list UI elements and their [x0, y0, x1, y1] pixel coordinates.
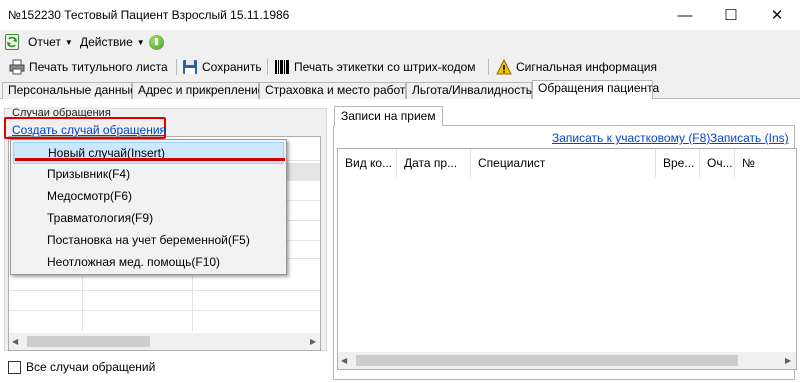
save-label: Сохранить — [202, 60, 262, 74]
menu-item-conscript[interactable]: Призывник(F4) — [11, 163, 286, 185]
menu-report-label: Отчет — [28, 35, 61, 49]
tab-benefits[interactable]: Льгота/Инвалидность — [406, 82, 532, 99]
create-case-link[interactable]: Создать случай обращения — [12, 123, 166, 137]
book-district-doctor-link[interactable]: Записать к участковому (F8) — [552, 131, 710, 145]
toolbar-separator — [488, 59, 489, 75]
toolbar-separator — [267, 59, 268, 75]
tab-appointments[interactable]: Записи на прием — [334, 106, 443, 126]
grid-line — [9, 310, 320, 311]
menu-item-pregnancy[interactable]: Постановка на учет беременной(F5) — [11, 229, 286, 251]
column-header[interactable]: Оч... — [700, 149, 735, 177]
floppy-disk-icon — [182, 59, 198, 75]
print-barcode-label: Печать этикетки со штрих-кодом — [294, 60, 476, 74]
all-cases-checkbox-row[interactable]: Все случаи обращений — [8, 360, 155, 374]
grid-line — [285, 240, 320, 241]
toolbar-separator — [176, 59, 177, 75]
close-button[interactable]: ✕ — [754, 0, 800, 30]
appointments-table[interactable] — [337, 148, 797, 370]
scroll-left-icon[interactable]: ◀ — [12, 337, 18, 346]
table-row-selected[interactable] — [285, 163, 320, 181]
all-cases-label: Все случаи обращений — [26, 360, 156, 374]
scroll-left-icon[interactable]: ◀ — [341, 356, 347, 365]
printer-icon — [9, 59, 25, 75]
menu-action-label: Действие — [80, 35, 133, 49]
grid-line — [82, 276, 83, 332]
print-title-button[interactable]: Печать титульного листа — [9, 59, 168, 75]
selected-item-underline — [15, 158, 285, 161]
column-header[interactable]: Вид ко... — [338, 149, 397, 177]
menu-action[interactable]: Действие ▼ — [80, 35, 145, 49]
menu-item-traumatology[interactable]: Травматология(F9) — [11, 207, 286, 229]
menu-item-emergency[interactable]: Неотложная мед. помощь(F10) — [11, 251, 286, 273]
column-header[interactable]: Специалист — [471, 149, 656, 177]
menu-item-medical-exam[interactable]: Медосмотр(F6) — [11, 185, 286, 207]
window-title: №152230 Тестовый Пациент Взрослый 15.11.… — [8, 8, 290, 22]
tab-insurance[interactable]: Страховка и место работы — [259, 82, 414, 99]
signal-info-label: Сигнальная информация — [516, 60, 657, 74]
all-cases-checkbox[interactable] — [8, 360, 21, 374]
column-header[interactable]: Вре... — [656, 149, 700, 177]
minimize-button[interactable]: — — [662, 0, 708, 30]
grid-line — [285, 258, 320, 259]
grid-line — [9, 290, 320, 291]
status-green-icon[interactable] — [149, 35, 164, 50]
scroll-right-icon[interactable]: ▶ — [310, 337, 316, 346]
maximize-button[interactable]: ☐ — [708, 0, 754, 30]
scrollbar-thumb[interactable] — [27, 336, 150, 347]
column-header[interactable]: Дата пр... — [397, 149, 471, 177]
refresh-icon[interactable] — [5, 34, 19, 50]
tab-personal-data[interactable]: Персональные данные — [2, 82, 137, 99]
warning-icon — [496, 58, 512, 75]
tab-patient-visits[interactable]: Обращения пациента — [532, 80, 659, 99]
barcode-icon — [274, 59, 290, 75]
chevron-down-icon: ▼ — [64, 37, 73, 47]
menu-report[interactable]: Отчет ▼ — [28, 35, 73, 49]
grid-line — [285, 200, 320, 201]
print-barcode-button[interactable]: Печать этикетки со штрих-кодом — [274, 59, 476, 75]
tab-address[interactable]: Адрес и прикрепление — [132, 82, 264, 99]
print-title-label: Печать титульного листа — [29, 60, 168, 74]
column-header[interactable]: № — [735, 149, 795, 177]
signal-info-button[interactable]: Сигнальная информация — [496, 58, 657, 75]
scroll-right-icon[interactable]: ▶ — [785, 356, 791, 365]
grid-line — [192, 276, 193, 332]
scrollbar-thumb[interactable] — [356, 355, 738, 366]
book-appointment-link[interactable]: Записать (Ins) — [710, 131, 789, 145]
chevron-down-icon: ▼ — [136, 37, 145, 47]
grid-line — [285, 220, 320, 221]
save-button[interactable]: Сохранить — [182, 59, 262, 75]
